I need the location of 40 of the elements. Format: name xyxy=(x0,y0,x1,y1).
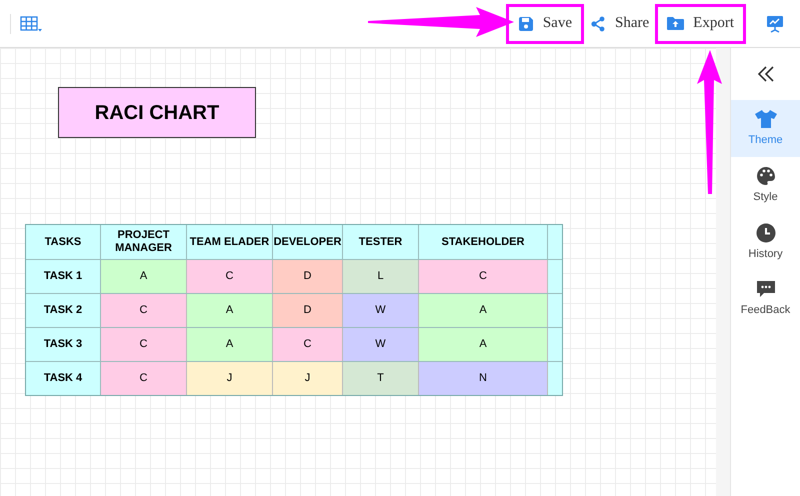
table-cell: T xyxy=(343,362,419,395)
table-cell: D xyxy=(273,294,343,327)
chart-title: RACI CHART xyxy=(58,87,256,138)
table-grid-icon xyxy=(20,14,42,32)
sidebar-tab[interactable]: Style xyxy=(731,157,800,214)
palette-icon xyxy=(756,166,776,186)
table-cell: J xyxy=(187,362,273,395)
table-cell: C xyxy=(101,328,187,361)
sidebar-tab[interactable]: FeedBack xyxy=(731,271,800,328)
presentation-button[interactable] xyxy=(766,14,784,32)
export-button[interactable]: Export xyxy=(655,4,746,44)
table-cell: N xyxy=(419,362,548,395)
table-cell: J xyxy=(273,362,343,395)
table-cell: C xyxy=(273,328,343,361)
column-header: DEVELOPER xyxy=(273,225,343,259)
share-icon xyxy=(590,16,606,32)
save-button[interactable]: Save xyxy=(506,4,584,44)
table-cell: L xyxy=(343,260,419,293)
clock-icon xyxy=(756,222,776,243)
table-cell: W xyxy=(343,328,419,361)
folder-upload-icon xyxy=(667,16,684,31)
table-cell: A xyxy=(419,328,548,361)
table-insert-button[interactable] xyxy=(20,14,42,32)
presentation-screen-icon xyxy=(766,14,784,32)
table-cell: A xyxy=(101,260,187,293)
sidebar-tab[interactable]: History xyxy=(731,214,800,271)
table-cell: A xyxy=(187,328,273,361)
table-cell: A xyxy=(419,294,548,327)
table-cell: W xyxy=(343,294,419,327)
table-cell: A xyxy=(187,294,273,327)
chat-bubble-icon xyxy=(756,280,776,300)
table-cell: C xyxy=(187,260,273,293)
table-cell: C xyxy=(419,260,548,293)
column-header: TEAM ELADER xyxy=(187,225,273,259)
table-cell: C xyxy=(101,294,187,327)
share-button[interactable]: Share xyxy=(584,4,656,44)
table-cell: C xyxy=(101,362,187,395)
double-chevron-left-icon xyxy=(756,66,774,82)
t-shirt-icon xyxy=(754,108,778,129)
table-cell: D xyxy=(273,260,343,293)
